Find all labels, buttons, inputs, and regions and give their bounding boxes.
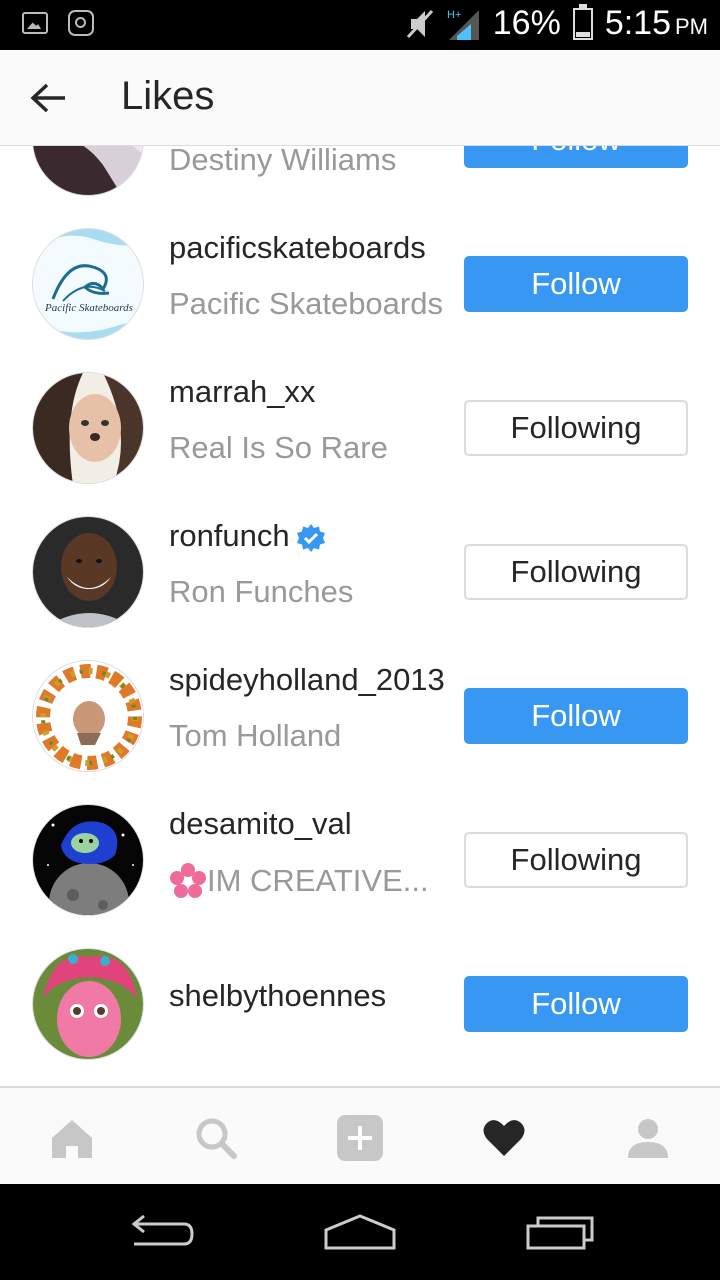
following-button[interactable]: Following [464,544,688,600]
follow-button[interactable]: Follow [464,688,688,744]
gallery-notification-icon [22,12,48,34]
profile-icon [628,1119,668,1158]
recents-icon [526,1216,594,1250]
page-title: Likes [121,74,215,118]
avatar[interactable] [32,146,144,196]
list-item[interactable]: Pacific Skateboards pacificskateboards P… [0,198,720,342]
cherry-blossom-icon [170,863,206,898]
list-item[interactable]: spideyholland_2013 Tom Holland Follow [0,630,720,774]
full-name-text: IM CREATIVE... [207,863,429,898]
back-button[interactable] [26,76,70,120]
search-icon [196,1118,237,1159]
username[interactable]: desamito_val [169,806,352,842]
battery-icon [572,3,593,40]
full-name: Real Is So Rare [169,430,388,465]
list-item[interactable]: desamito_val IM CREATIVE... Following [0,774,720,918]
list-item[interactable]: Destiny Williams Follow [0,146,720,198]
android-recents-button[interactable] [520,1202,600,1262]
android-home-button[interactable] [320,1202,400,1262]
follow-button[interactable]: Follow [464,976,688,1032]
avatar[interactable] [32,516,144,628]
list-item[interactable]: ronfunch Ron Funches Following [0,486,720,630]
svg-text:Pacific Skateboards: Pacific Skateboards [44,302,133,314]
full-name: Destiny Williams [169,146,397,177]
add-icon [337,1115,383,1161]
back-icon [131,1214,194,1246]
avatar[interactable]: Pacific Skateboards [32,228,144,340]
app-header: Likes [0,50,720,146]
username-text: ronfunch [169,518,290,553]
list-item[interactable]: marrah_xx Real Is So Rare Following [0,342,720,486]
username[interactable]: ronfunch [169,518,326,554]
mute-icon [406,9,433,38]
full-name: Pacific Skateboards [169,286,443,321]
nav-search[interactable] [190,1112,242,1164]
follow-button[interactable]: Follow [464,256,688,312]
nav-home[interactable] [46,1112,98,1164]
signal-icon: H+ [447,9,479,40]
avatar[interactable] [32,660,144,772]
svg-text:H+: H+ [447,9,461,21]
username[interactable]: marrah_xx [169,374,315,410]
full-name: Ron Funches [169,574,354,609]
home-icon [52,1120,92,1158]
following-button[interactable]: Following [464,832,688,888]
bottom-navigation [0,1086,720,1184]
status-bar: H+ 16% 5:15 PM [0,0,720,50]
full-name: IM CREATIVE... [169,862,429,900]
avatar[interactable] [32,804,144,916]
nav-activity[interactable] [478,1112,530,1164]
arrow-left-icon [30,83,65,113]
likes-list[interactable]: Destiny Williams Follow Pacific Skateboa… [0,146,720,1086]
heart-icon [483,1120,525,1156]
username[interactable]: pacificskateboards [169,230,426,266]
instagram-notification-icon [68,10,94,36]
avatar[interactable] [32,372,144,484]
battery-percent: 16% [492,4,561,42]
nav-profile[interactable] [622,1112,674,1164]
verified-badge-icon [296,523,325,552]
username[interactable]: shelbythoennes [169,978,386,1014]
username[interactable]: spideyholland_2013 [169,662,445,698]
following-button[interactable]: Following [464,400,688,456]
clock: 5:15 PM [604,4,708,42]
nav-add[interactable] [334,1112,386,1164]
home-outline-icon [324,1214,396,1250]
follow-button[interactable]: Follow [464,146,688,168]
android-back-button[interactable] [120,1202,200,1262]
avatar[interactable] [32,948,144,1060]
full-name: Tom Holland [169,718,342,753]
list-item[interactable]: shelbythoennes Follow [0,918,720,1062]
android-navigation-bar [0,1184,720,1280]
